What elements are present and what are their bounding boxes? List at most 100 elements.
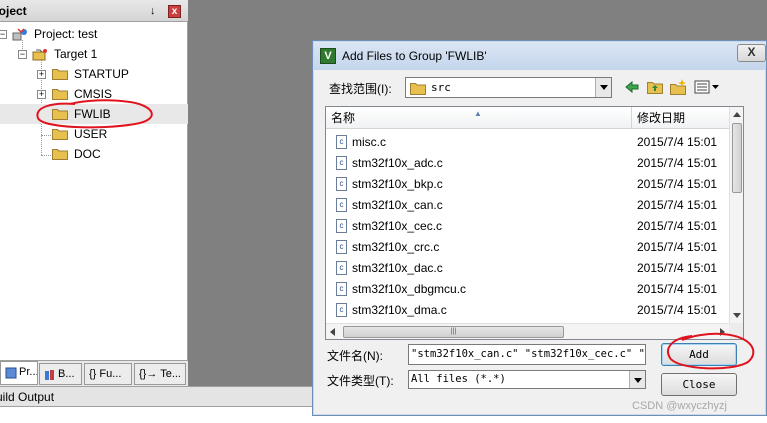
file-date: 2015/7/4 15:01	[637, 177, 718, 191]
scroll-down-icon[interactable]	[733, 313, 741, 318]
tree-item-group-fwlib[interactable]: FWLIB	[0, 104, 188, 124]
column-header-date[interactable]: 修改日期	[632, 107, 729, 129]
file-name: stm32f10x_dma.c	[352, 303, 447, 317]
c-file-icon: c	[336, 177, 347, 191]
list-item[interactable]: c stm32f10x_can.c 2015/7/4 15:01	[326, 195, 729, 216]
project-panel-titlebar: roject ↓ x	[0, 0, 188, 22]
keil-app-icon: V	[320, 48, 336, 64]
tree-item-label: FWLIB	[74, 107, 111, 121]
c-file-icon: c	[336, 219, 347, 233]
panel-tabs: Pr... B... {} Fu... {}→ Te...	[0, 360, 188, 386]
build-output-label: uild Output	[0, 390, 55, 404]
scroll-left-icon[interactable]	[330, 328, 335, 336]
project-icon	[12, 27, 28, 41]
list-item[interactable]: c stm32f10x_dac.c 2015/7/4 15:01	[326, 258, 729, 279]
lookin-label: 查找范围(I):	[329, 82, 392, 96]
tree-item-target[interactable]: − Target 1	[0, 44, 188, 64]
list-item[interactable]: c stm32f10x_adc.c 2015/7/4 15:01	[326, 153, 729, 174]
tab-label: B...	[58, 368, 75, 380]
list-item[interactable]: c stm32f10x_dbgmcu.c 2015/7/4 15:01	[326, 279, 729, 300]
project-panel: roject ↓ x − Project: test − Target 1 + …	[0, 0, 188, 386]
file-date: 2015/7/4 15:01	[637, 156, 718, 170]
expand-icon[interactable]: +	[37, 90, 46, 99]
tree-item-label: DOC	[74, 147, 101, 161]
tree-item-label: STARTUP	[74, 67, 129, 81]
list-item[interactable]: c stm32f10x_crc.c 2015/7/4 15:01	[326, 237, 729, 258]
scroll-thumb[interactable]: |||	[343, 326, 564, 338]
up-folder-icon[interactable]	[645, 78, 665, 96]
tree-item-group-cmsis[interactable]: + CMSIS	[0, 84, 188, 104]
scroll-right-icon[interactable]	[720, 328, 725, 336]
file-list[interactable]: 名称 ▲ 修改日期 c misc.c 2015/7/4 15:01 c stm3…	[325, 106, 744, 340]
scroll-thumb[interactable]	[732, 123, 742, 193]
file-name: stm32f10x_cec.c	[352, 219, 443, 233]
scroll-corner	[729, 323, 743, 339]
chevron-down-icon[interactable]	[629, 371, 645, 388]
tree-item-group-user[interactable]: USER	[0, 124, 188, 144]
file-date: 2015/7/4 15:01	[637, 282, 718, 296]
file-name: misc.c	[352, 135, 386, 149]
list-header: 名称 ▲ 修改日期	[326, 107, 729, 129]
vertical-scrollbar[interactable]	[729, 107, 743, 323]
c-file-icon: c	[336, 282, 347, 296]
file-name: stm32f10x_crc.c	[352, 240, 440, 254]
folder-icon	[52, 68, 68, 80]
tree-item-label: USER	[74, 127, 108, 141]
c-file-icon: c	[336, 261, 347, 275]
list-item[interactable]: c misc.c 2015/7/4 15:01	[326, 132, 729, 153]
tab-label: {}→ Te...	[139, 368, 181, 380]
panel-close-icon[interactable]: x	[168, 5, 181, 18]
folder-icon	[410, 81, 426, 95]
filename-label: 文件名(N):	[327, 349, 383, 363]
list-item[interactable]: c stm32f10x_bkp.c 2015/7/4 15:01	[326, 174, 729, 195]
tab-label: Pr...	[19, 366, 38, 378]
pin-icon[interactable]: ↓	[150, 5, 160, 17]
back-icon[interactable]	[622, 78, 642, 96]
scroll-up-icon[interactable]	[733, 112, 741, 117]
folder-icon	[52, 108, 68, 120]
tree-item-group-startup[interactable]: + STARTUP	[0, 64, 188, 84]
c-file-icon: c	[336, 156, 347, 170]
dialog-close-button[interactable]: X	[737, 44, 766, 62]
tab-project[interactable]: Pr...	[0, 361, 38, 385]
dialog-titlebar[interactable]: V Add Files to Group 'FWLIB' X	[314, 42, 766, 70]
tab-label: {} Fu...	[89, 368, 122, 380]
file-date: 2015/7/4 15:01	[637, 303, 718, 317]
tab-templates[interactable]: {}→ Te...	[134, 363, 186, 385]
project-tab-icon	[5, 366, 17, 379]
watermark: CSDN @wxyczhyzj	[632, 400, 727, 412]
folder-icon	[52, 148, 68, 160]
lookin-combo[interactable]: src	[405, 77, 612, 98]
books-tab-icon	[44, 368, 56, 381]
view-menu-icon[interactable]	[692, 78, 722, 96]
c-file-icon: c	[336, 198, 347, 212]
horizontal-scrollbar[interactable]: |||	[326, 323, 729, 339]
tab-functions[interactable]: {} Fu...	[84, 363, 132, 385]
collapse-icon[interactable]: −	[0, 30, 7, 39]
file-date: 2015/7/4 15:01	[637, 240, 718, 254]
dialog-title: Add Files to Group 'FWLIB'	[342, 49, 487, 63]
chevron-down-icon[interactable]	[595, 78, 611, 97]
tree-item-label: Project: test	[34, 27, 98, 41]
c-file-icon: c	[336, 303, 347, 317]
add-button[interactable]: Add	[661, 343, 737, 366]
file-name: stm32f10x_can.c	[352, 198, 443, 212]
list-item[interactable]: c stm32f10x_dma.c 2015/7/4 15:01	[326, 300, 729, 321]
tree-item-group-doc[interactable]: DOC	[0, 144, 188, 164]
expand-icon[interactable]: +	[37, 70, 46, 79]
folder-icon	[52, 128, 68, 140]
tab-books[interactable]: B...	[39, 363, 82, 385]
list-item[interactable]: c stm32f10x_cec.c 2015/7/4 15:01	[326, 216, 729, 237]
folder-icon	[52, 88, 68, 100]
lookin-value: src	[431, 81, 451, 94]
new-folder-icon[interactable]	[668, 78, 688, 96]
tree-item-project-root[interactable]: − Project: test	[0, 24, 188, 44]
collapse-icon[interactable]: −	[18, 50, 27, 59]
target-icon	[31, 48, 47, 61]
filetype-select[interactable]: All files (*.*)	[408, 370, 646, 389]
project-panel-title: roject	[0, 4, 27, 18]
c-file-icon: c	[336, 240, 347, 254]
filename-field[interactable]: "stm32f10x_can.c" "stm32f10x_cec.c" "st	[408, 344, 646, 365]
tree-item-label: Target 1	[54, 47, 98, 61]
close-button[interactable]: Close	[661, 373, 737, 396]
